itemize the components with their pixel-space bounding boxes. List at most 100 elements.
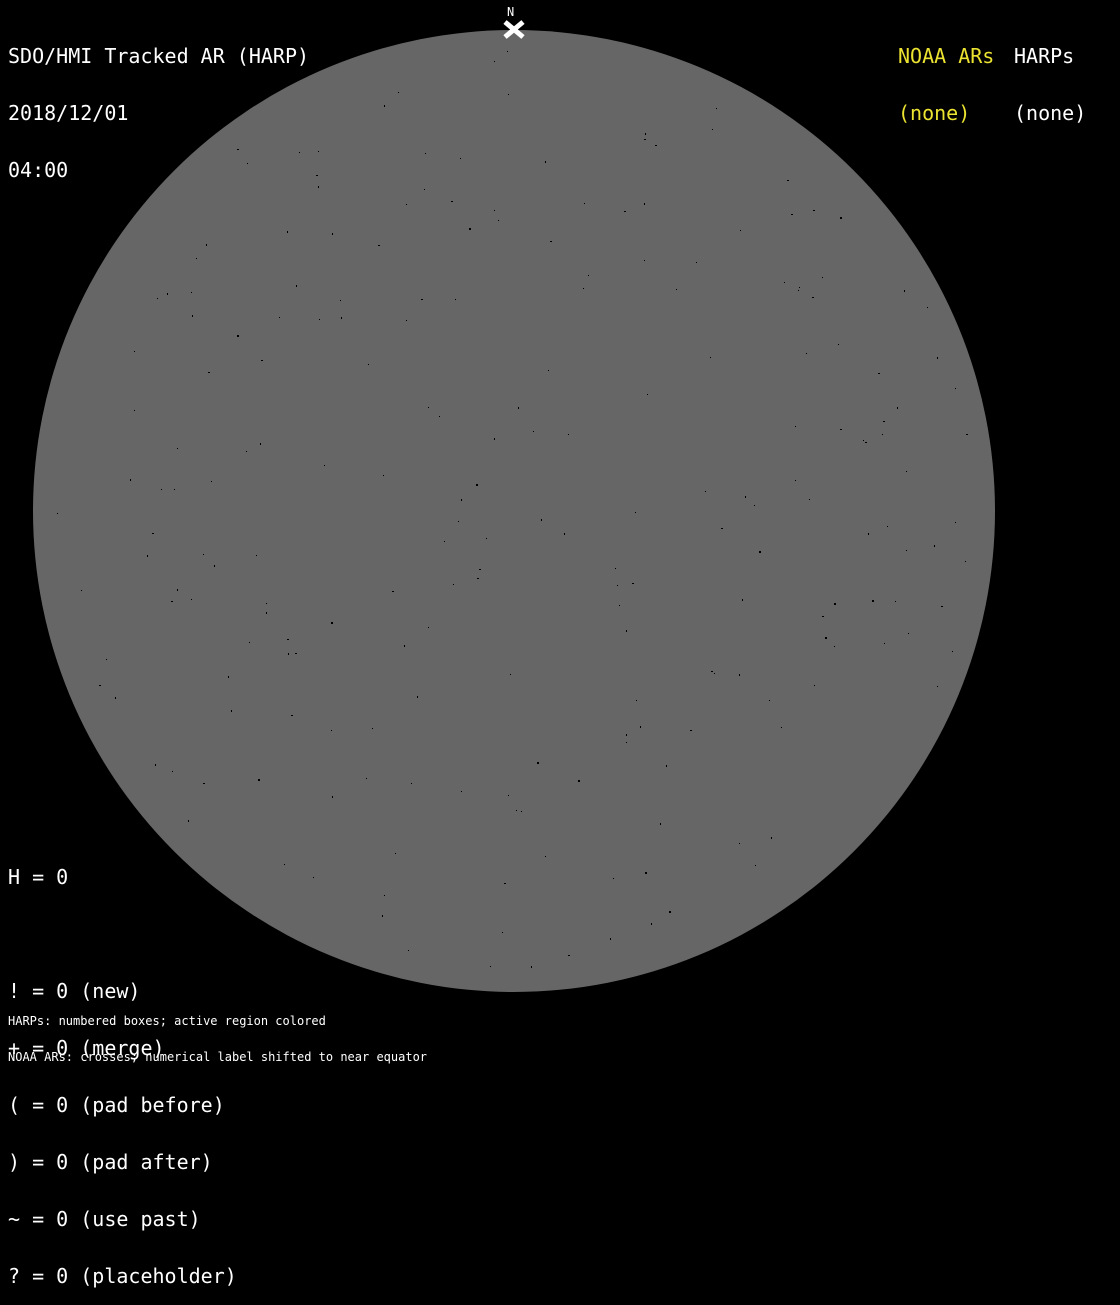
disk-speck bbox=[284, 864, 285, 865]
disk-speck bbox=[781, 727, 782, 728]
disk-speck bbox=[966, 434, 968, 435]
disk-speck bbox=[610, 938, 611, 940]
disk-speck bbox=[291, 715, 293, 716]
disk-speck bbox=[477, 578, 479, 579]
disk-speck bbox=[955, 388, 956, 389]
disk-speck bbox=[455, 299, 456, 300]
disk-speck bbox=[494, 61, 495, 62]
disk-speck bbox=[568, 955, 570, 956]
disk-speck bbox=[152, 533, 154, 534]
disk-speck bbox=[287, 639, 289, 640]
disk-speck bbox=[115, 697, 116, 699]
disk-speck bbox=[705, 491, 706, 492]
disk-speck bbox=[458, 521, 459, 522]
north-cross-icon bbox=[503, 20, 525, 39]
disk-speck bbox=[745, 496, 746, 498]
disk-speck bbox=[81, 590, 82, 591]
harps-counter: HARPs (none) bbox=[1014, 9, 1086, 142]
disk-speck bbox=[568, 434, 569, 435]
disk-speck bbox=[696, 262, 697, 263]
disk-speck bbox=[754, 505, 755, 506]
disk-speck bbox=[516, 810, 517, 811]
disk-speck bbox=[884, 643, 885, 644]
timestamp-block: SDO/HMI Tracked AR (HARP) 2018/12/01 04:… bbox=[8, 9, 309, 199]
disk-speck bbox=[834, 646, 835, 647]
disk-speck bbox=[134, 351, 135, 352]
disk-speck bbox=[260, 443, 261, 445]
disk-speck bbox=[937, 357, 938, 359]
disk-speck bbox=[895, 601, 896, 602]
disk-speck bbox=[740, 230, 741, 231]
disk-speck bbox=[613, 878, 614, 879]
disk-speck bbox=[716, 108, 717, 109]
disk-speck bbox=[635, 512, 636, 513]
disk-speck bbox=[927, 307, 928, 308]
disk-speck bbox=[626, 734, 627, 736]
disk-speck bbox=[331, 622, 333, 624]
disk-speck bbox=[130, 479, 131, 481]
disk-speck bbox=[769, 700, 770, 701]
date-label: 2018/12/01 bbox=[8, 101, 129, 125]
legend-item-placeholder: ? = 0 (placeholder) bbox=[8, 1264, 237, 1288]
disk-speck bbox=[647, 394, 648, 395]
disk-speck bbox=[518, 407, 519, 409]
disk-speck bbox=[439, 416, 440, 417]
footer-line-harps: HARPs: numbered boxes; active region col… bbox=[8, 1014, 326, 1028]
time-label: 04:00 bbox=[8, 158, 69, 182]
disk-speck bbox=[798, 290, 799, 291]
disk-speck bbox=[965, 561, 966, 562]
legend-spacer bbox=[8, 925, 237, 944]
disk-speck bbox=[461, 791, 462, 792]
legend-item-use-past: ~ = 0 (use past) bbox=[8, 1207, 201, 1231]
disk-speck bbox=[583, 288, 584, 289]
disk-speck bbox=[799, 287, 800, 288]
disk-speck bbox=[106, 659, 107, 660]
disk-speck bbox=[507, 51, 508, 52]
disk-speck bbox=[258, 779, 260, 781]
disk-speck bbox=[537, 762, 539, 764]
disk-speck bbox=[636, 700, 637, 701]
disk-speck bbox=[188, 820, 189, 822]
disk-speck bbox=[384, 105, 385, 107]
disk-speck bbox=[669, 911, 671, 913]
disk-speck bbox=[645, 133, 646, 135]
disk-speck bbox=[742, 599, 743, 601]
disk-speck bbox=[822, 277, 823, 278]
disk-speck bbox=[644, 260, 645, 261]
disk-speck bbox=[191, 599, 192, 600]
disk-speck bbox=[882, 434, 883, 435]
disk-speck bbox=[384, 895, 385, 896]
disk-speck bbox=[421, 299, 423, 300]
disk-speck bbox=[313, 877, 314, 878]
disk-speck bbox=[521, 811, 522, 812]
disk-speck bbox=[619, 605, 620, 606]
disk-speck bbox=[206, 244, 207, 246]
disk-speck bbox=[57, 513, 58, 514]
harps-value: (none) bbox=[1014, 101, 1087, 125]
disk-speck bbox=[906, 550, 907, 551]
disk-speck bbox=[564, 533, 565, 535]
disk-speck bbox=[897, 407, 898, 409]
disk-speck bbox=[406, 204, 407, 205]
disk-speck bbox=[177, 448, 178, 449]
disk-speck bbox=[711, 671, 713, 672]
disk-speck bbox=[157, 298, 158, 299]
disk-speck bbox=[167, 293, 168, 295]
disk-speck bbox=[676, 289, 677, 290]
disk-speck bbox=[660, 823, 661, 825]
background: { "header": { "title": "SDO/HMI Tracked … bbox=[0, 0, 1120, 1286]
disk-speck bbox=[632, 583, 634, 584]
disk-speck bbox=[834, 603, 836, 605]
disk-speck bbox=[759, 551, 761, 553]
disk-speck bbox=[838, 344, 839, 345]
disk-speck bbox=[721, 528, 723, 529]
disk-speck bbox=[787, 180, 789, 181]
disk-speck bbox=[161, 489, 162, 490]
noaa-ars-label: NOAA ARs bbox=[898, 44, 995, 68]
disk-speck bbox=[533, 431, 534, 432]
disk-speck bbox=[504, 883, 506, 884]
north-label: N bbox=[507, 5, 515, 19]
disk-speck bbox=[550, 241, 552, 242]
disk-speck bbox=[494, 210, 495, 211]
disk-speck bbox=[453, 584, 454, 585]
